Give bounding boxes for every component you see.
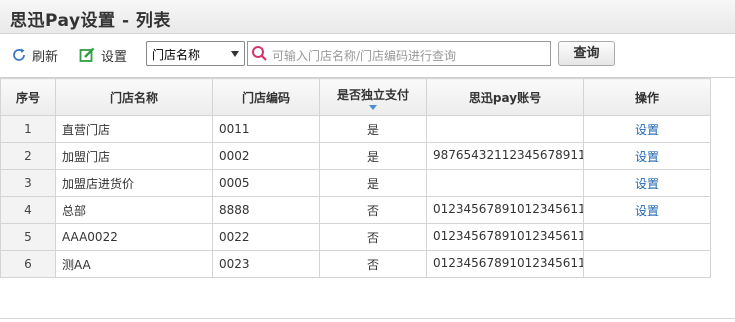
search-input[interactable]: 可输入门店名称/门店编码进行查询: [247, 41, 551, 66]
independent-payment: 否: [319, 223, 427, 251]
settings-link[interactable]: 设置: [635, 150, 659, 164]
store-code: 0023: [212, 250, 320, 278]
refresh-icon: [11, 47, 27, 63]
store-name: 加盟门店: [55, 142, 213, 170]
settings-link[interactable]: 设置: [635, 123, 659, 137]
row-index: 2: [0, 142, 56, 170]
pay-account: 01234567891012345611: [426, 223, 584, 251]
column-header-pay-account[interactable]: 思迅pay账号: [426, 78, 584, 116]
query-button[interactable]: 查询: [558, 41, 615, 66]
row-index: 6: [0, 250, 56, 278]
row-index: 3: [0, 169, 56, 197]
table-row[interactable]: 4 总部 8888 否 01234567891012345611 设置: [0, 196, 711, 224]
table-row[interactable]: 5 AAA0022 0022 否 01234567891012345611: [0, 223, 711, 251]
chevron-down-icon: [231, 51, 239, 57]
table-row[interactable]: 2 加盟门店 0002 是 98765432112345678911 设置: [0, 142, 711, 170]
row-index: 5: [0, 223, 56, 251]
search-placeholder: 可输入门店名称/门店编码进行查询: [272, 49, 457, 63]
store-name: 直营门店: [55, 115, 213, 143]
column-header-store-name[interactable]: 门店名称: [55, 78, 213, 116]
store-name: AAA0022: [55, 223, 213, 251]
store-code: 0002: [212, 142, 320, 170]
independent-payment: 是: [319, 142, 427, 170]
row-index: 4: [0, 196, 56, 224]
store-code: 0011: [212, 115, 320, 143]
refresh-button[interactable]: 刷新: [11, 45, 58, 65]
row-index: 1: [0, 115, 56, 143]
action-cell: [583, 250, 711, 278]
pay-account: [426, 115, 584, 143]
independent-payment: 是: [319, 115, 427, 143]
column-header-index[interactable]: 序号: [0, 78, 56, 116]
search-field-value: 门店名称: [152, 48, 201, 62]
search-field-select[interactable]: 门店名称: [146, 41, 245, 66]
footer-divider: [0, 318, 735, 319]
store-name: 总部: [55, 196, 213, 224]
search-icon: [251, 45, 268, 65]
table-row[interactable]: 3 加盟店进货价 0005 是 设置: [0, 169, 711, 197]
independent-payment: 否: [319, 196, 427, 224]
edit-icon: [79, 47, 96, 64]
store-code: 8888: [212, 196, 320, 224]
store-code: 0022: [212, 223, 320, 251]
toolbar: 刷新 设置 门店名称 可输入门店名称/门店编码进行查询 查询: [0, 35, 735, 75]
title-bar: 思迅Pay设置 - 列表: [0, 0, 735, 34]
store-table: 序号 门店名称 门店编码 是否独立支付 思迅pay账号 操作 1 直营门店 00…: [0, 77, 735, 278]
settings-button[interactable]: 设置: [79, 45, 127, 65]
table-row[interactable]: 6 测AA 0023 否 01234567891012345611: [0, 250, 711, 278]
page-title: 思迅Pay设置 - 列表: [10, 11, 171, 31]
refresh-label: 刷新: [32, 49, 59, 65]
settings-label: 设置: [101, 49, 128, 65]
store-name: 加盟店进货价: [55, 169, 213, 197]
table-row[interactable]: 1 直营门店 0011 是 设置: [0, 115, 711, 143]
table-header-row: 序号 门店名称 门店编码 是否独立支付 思迅pay账号 操作: [0, 78, 711, 116]
store-code: 0005: [212, 169, 320, 197]
action-cell: 设置: [583, 142, 711, 170]
store-name: 测AA: [55, 250, 213, 278]
settings-link[interactable]: 设置: [635, 177, 659, 191]
action-cell: 设置: [583, 196, 711, 224]
pay-account: 98765432112345678911: [426, 142, 584, 170]
settings-link[interactable]: 设置: [635, 204, 659, 218]
pay-account: [426, 169, 584, 197]
independent-payment: 否: [319, 250, 427, 278]
independent-payment: 是: [319, 169, 427, 197]
action-cell: [583, 223, 711, 251]
pay-account: 01234567891012345611: [426, 196, 584, 224]
action-cell: 设置: [583, 115, 711, 143]
column-header-store-code[interactable]: 门店编码: [212, 78, 320, 116]
column-header-actions[interactable]: 操作: [583, 78, 711, 116]
column-header-independent-payment[interactable]: 是否独立支付: [319, 78, 427, 116]
pay-account: 01234567891012345611: [426, 250, 584, 278]
action-cell: 设置: [583, 169, 711, 197]
sort-down-icon: [369, 105, 377, 110]
